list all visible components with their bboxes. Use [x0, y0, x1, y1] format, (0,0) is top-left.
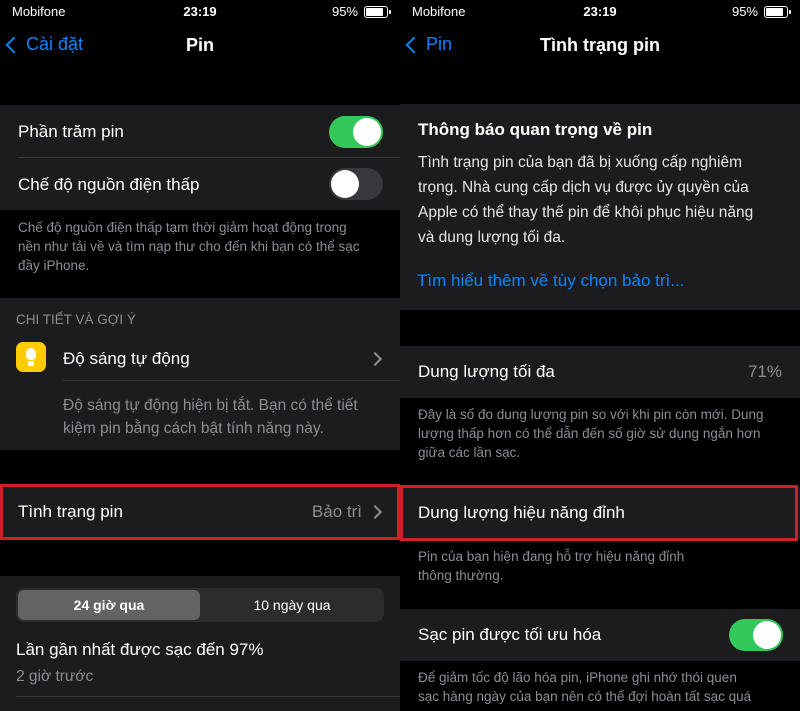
nav-bar: Cài đặt Pin — [0, 24, 400, 68]
notice-title: Thông báo quan trọng về pin — [418, 120, 653, 139]
optimized-charging-toggle[interactable] — [729, 619, 783, 651]
notice-line: trọng. Nhà cung cấp dịch vụ được ủy quyề… — [418, 179, 749, 196]
highlight-box — [0, 484, 400, 540]
battery-icon — [764, 5, 791, 18]
battery-percent-toggle[interactable] — [329, 116, 383, 148]
max-capacity-footer: Đây là số đo dung lượng pin so với khi p… — [418, 405, 764, 462]
low-power-toggle[interactable] — [329, 168, 383, 200]
low-power-footer: Chế độ nguồn điện thấp tạm thời giảm hoạ… — [18, 218, 360, 275]
chevron-right-icon — [367, 351, 383, 367]
footer-line: giữa các lần sạc. — [418, 445, 521, 460]
max-capacity-label: Dung lượng tối đa — [418, 362, 555, 381]
toggle-knob — [331, 170, 359, 198]
battery-status: 95% — [331, 4, 391, 19]
notice-line: Tình trạng pin của bạn đã bị xuống cấp n… — [418, 154, 743, 171]
description-line: kiệm pin bằng cách bật tính năng này. — [63, 420, 324, 437]
toggle-knob — [753, 621, 781, 649]
notice-body: Tình trạng pin của bạn đã bị xuống cấp n… — [418, 150, 753, 250]
footer-line: lượng thấp hơn có thể dẫn đến số giờ sử … — [418, 426, 761, 441]
battery-icon — [364, 5, 391, 18]
page-title: Pin — [185, 35, 214, 55]
lightbulb-icon — [16, 342, 46, 372]
optimized-charging-row: Sạc pin được tối ưu hóa — [400, 609, 800, 661]
battery-percent-text: 95% — [331, 4, 358, 19]
time-range-segmented-control: 24 giờ qua 10 ngày qua — [16, 588, 384, 622]
footer-line: thông thường. — [418, 568, 504, 583]
battery-health-screen: Mobifone 23:19 95% Pin Tình trạng pin Th… — [400, 0, 800, 711]
important-notice-group: Thông báo quan trọng về pin Tình trạng p… — [400, 104, 800, 310]
segment-10-days[interactable]: 10 ngày qua — [200, 590, 384, 620]
battery-level-fill — [766, 7, 784, 16]
status-bar: Mobifone 23:19 95% — [400, 0, 800, 24]
battery-status: 95% — [731, 4, 791, 19]
insights-group: CHI TIẾT VÀ GỢI Ý Độ sáng tự động Độ sán… — [0, 298, 400, 450]
battery-percent-text: 95% — [731, 4, 758, 19]
segment-24-hours[interactable]: 24 giờ qua — [18, 590, 200, 620]
highlight-box — [400, 485, 798, 541]
usage-group: 24 giờ qua 10 ngày qua Lần gần nhất được… — [0, 576, 400, 711]
divider — [63, 380, 400, 381]
battery-toggles-group: Phần trăm pin Chế độ nguồn điện thấp — [0, 105, 400, 210]
divider — [18, 157, 400, 158]
max-capacity-row: Dung lượng tối đa 71% — [400, 346, 800, 398]
description-line: Độ sáng tự động hiện bị tắt. Bạn có thể … — [63, 397, 358, 414]
footer-line: Đây là số đo dung lượng pin so với khi p… — [418, 407, 764, 422]
auto-brightness-label[interactable]: Độ sáng tự động — [63, 349, 190, 369]
nav-bar: Pin Tình trạng pin — [400, 24, 800, 68]
auto-brightness-description: Độ sáng tự động hiện bị tắt. Bạn có thể … — [63, 394, 358, 440]
page-title: Tình trạng pin — [540, 35, 660, 55]
battery-level-fill — [366, 7, 384, 16]
footer-line: nền như tải về và tìm nạp thư cho đến kh… — [18, 239, 360, 254]
footer-line: sạc hàng ngày của bạn nên có thể đợi hoà… — [418, 689, 752, 704]
status-bar: Mobifone 23:19 95% — [0, 0, 400, 24]
peak-performance-footer: Pin của bạn hiện đang hỗ trợ hiệu năng đ… — [418, 547, 684, 585]
footer-line: đầy iPhone. — [18, 258, 90, 273]
max-capacity-value: 71% — [747, 362, 782, 381]
learn-more-link[interactable]: Tìm hiểu thêm về tùy chọn bảo trì... — [417, 271, 684, 291]
battery-settings-screen: Mobifone 23:19 95% Cài đặt Pin Phần trăm… — [0, 0, 400, 711]
footer-line: Chế độ nguồn điện thấp tạm thời giảm hoạ… — [18, 220, 347, 235]
last-charged-title: Lần gần nhất được sạc đến 97% — [16, 640, 264, 659]
notice-line: Apple có thể thay thế pin để khôi phục h… — [418, 204, 754, 221]
toggle-knob — [353, 118, 381, 146]
notice-line: và dung lượng tối đa. — [418, 229, 566, 246]
optimized-charging-footer: Để giảm tốc độ lão hóa pin, iPhone ghi n… — [418, 668, 751, 706]
section-header: CHI TIẾT VÀ GỢI Ý — [16, 312, 136, 327]
optimized-charging-label: Sạc pin được tối ưu hóa — [418, 625, 602, 644]
footer-line: Để giảm tốc độ lão hóa pin, iPhone ghi n… — [418, 670, 737, 685]
last-charged-subtitle: 2 giờ trước — [16, 668, 94, 685]
footer-line: Pin của bạn hiện đang hỗ trợ hiệu năng đ… — [418, 549, 685, 564]
divider — [16, 696, 400, 697]
battery-percent-label: Phần trăm pin — [18, 122, 124, 141]
low-power-label: Chế độ nguồn điện thấp — [18, 175, 200, 194]
